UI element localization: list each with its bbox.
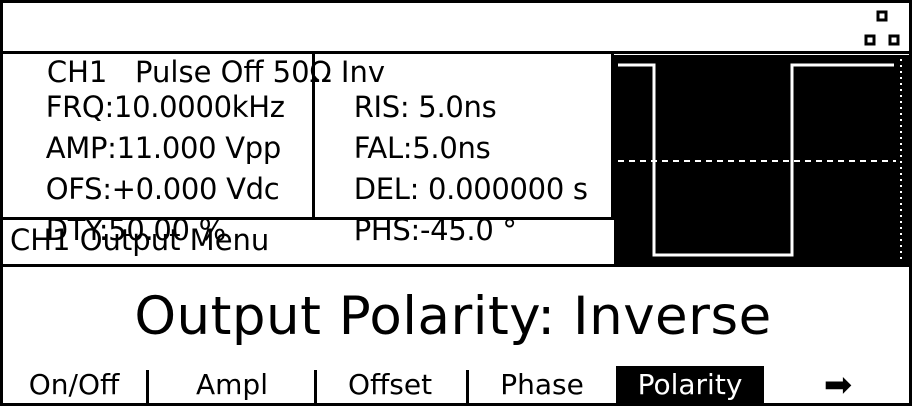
softkey-separator [314,370,317,404]
softkey-ampl-label: Ampl [196,368,268,401]
softkey-phase[interactable]: Phase [470,366,614,406]
polarity-message: Output Polarity: Inverse [134,286,772,347]
softkey-offset-label: Offset [347,368,433,401]
next-arrow-icon: ➡ [823,365,853,405]
softkey-offset[interactable]: Offset [318,366,462,406]
param-phase-value: -45.0 ° [419,213,517,247]
softkey-separator [466,370,469,404]
softkey-separator [146,370,149,404]
softkey-polarity-label: Polarity [637,368,743,401]
menu-title: CH1 Output Menu [10,223,270,257]
softkey-on-off[interactable]: On/Off [4,366,144,406]
status-bar: CH1 Pulse Off 50Ω Inv [10,6,890,89]
param-phase[interactable]: PHS:-45.0 ° [318,179,517,281]
param-phase-label: PHS: [353,213,421,247]
softkey-bar: On/Off Ampl Offset Phase Polarity ➡ [0,366,912,406]
params-column-divider [312,51,315,220]
waveform-preview [614,55,910,267]
softkey-polarity[interactable]: Polarity [616,366,764,406]
softkey-ampl[interactable]: Ampl [152,366,312,406]
softkey-phase-label: Phase [500,368,584,401]
channel-pattern-icon [864,10,904,48]
softkey-on-off-label: On/Off [28,368,120,401]
function-generator-display: CH1 Pulse Off 50Ω Inv FRQ:10.0000kHz AMP… [0,0,912,406]
status-divider [0,51,912,54]
softkey-next[interactable]: ➡ [778,366,898,406]
